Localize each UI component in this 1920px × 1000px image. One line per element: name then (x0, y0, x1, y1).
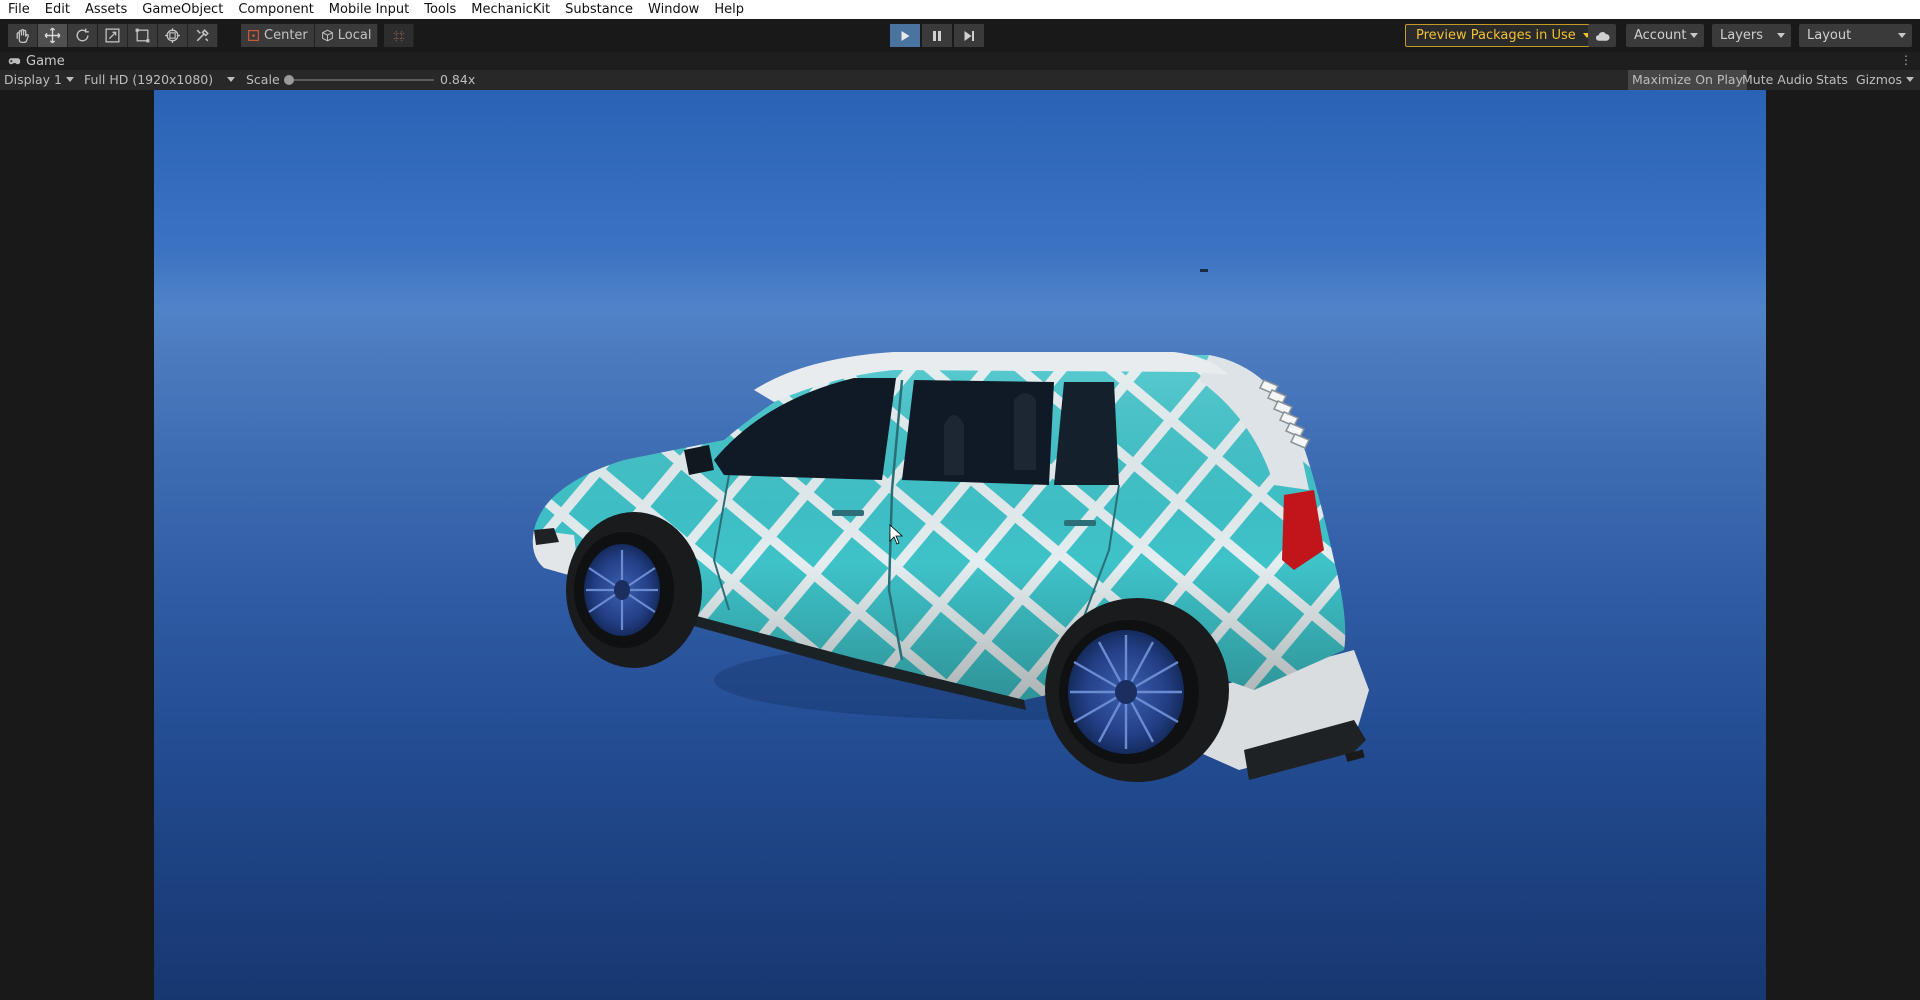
display-dropdown[interactable]: Display 1 (4, 70, 62, 90)
side-mirror (684, 445, 714, 475)
more-options-icon[interactable]: ⋮ (1900, 54, 1912, 66)
layers-label: Layers (1720, 28, 1764, 43)
move-tool-button[interactable] (38, 24, 68, 47)
transform-icon (165, 28, 180, 43)
car-scene (532, 269, 1369, 782)
step-icon (964, 30, 974, 41)
menu-mechanickit[interactable]: MechanicKit (471, 0, 550, 19)
tab-game-label: Game (26, 53, 65, 69)
transform-tool-button[interactable] (158, 24, 188, 47)
gamepad-icon (8, 57, 21, 64)
pivot-center-icon (248, 30, 259, 41)
play-icon (901, 30, 910, 41)
menu-file[interactable]: File (8, 0, 30, 19)
step-button[interactable] (954, 24, 984, 47)
stats-toggle[interactable]: Stats (1812, 70, 1852, 90)
game-viewport (0, 90, 1920, 1000)
pause-icon (933, 30, 941, 41)
play-button[interactable] (890, 24, 920, 47)
cloud-icon (1595, 31, 1610, 41)
hand-tool-button[interactable] (8, 24, 38, 47)
scale-icon (105, 28, 120, 43)
mute-audio-toggle[interactable]: Mute Audio (1738, 70, 1817, 90)
tab-bar: Game ⋮ (0, 52, 1920, 70)
resolution-dropdown[interactable]: Full HD (1920x1080) (84, 70, 213, 90)
tools-icon (196, 29, 209, 42)
distant-object (1200, 269, 1208, 272)
quarter-window (1054, 382, 1119, 485)
chevron-down-icon (66, 77, 74, 82)
menu-gameobject[interactable]: GameObject (142, 0, 223, 19)
chevron-down-icon (1906, 77, 1914, 82)
scale-slider-handle[interactable] (284, 75, 294, 85)
pivot-toggles: Center Local (241, 24, 415, 47)
layout-dropdown[interactable]: Layout (1799, 24, 1912, 47)
pivot-local-button[interactable]: Local (314, 24, 379, 47)
preview-packages-label: Preview Packages in Use (1416, 28, 1576, 43)
menu-substance[interactable]: Substance (565, 0, 633, 19)
transform-tools (8, 24, 218, 47)
game-view-toolbar: Display 1 Full HD (1920x1080) Scale 0.84… (0, 70, 1920, 90)
pause-button[interactable] (922, 24, 952, 47)
layers-dropdown[interactable]: Layers (1712, 24, 1791, 47)
front-wheel (566, 512, 702, 668)
chevron-down-icon (1690, 33, 1698, 38)
layout-label: Layout (1807, 28, 1852, 43)
cloud-button[interactable] (1588, 24, 1616, 47)
menu-edit[interactable]: Edit (45, 0, 70, 19)
menu-mobile-input[interactable]: Mobile Input (329, 0, 409, 19)
menu-assets[interactable]: Assets (85, 0, 127, 19)
pivot-center-label: Center (264, 28, 308, 43)
scale-label: Scale (246, 72, 280, 87)
rotate-icon (76, 28, 89, 42)
seat (1014, 393, 1036, 470)
menu-window[interactable]: Window (648, 0, 699, 19)
menu-help[interactable]: Help (714, 0, 744, 19)
game-render[interactable] (154, 90, 1766, 1000)
grid-snap-icon (393, 30, 405, 41)
playback-controls (890, 24, 984, 47)
rotate-tool-button[interactable] (68, 24, 98, 47)
move-icon (44, 27, 61, 44)
seat (944, 415, 964, 475)
custom-tool-button[interactable] (188, 24, 218, 47)
door-handle (1064, 520, 1096, 526)
rect-tool-button[interactable] (128, 24, 158, 47)
rear-wheel (1045, 598, 1229, 782)
scale-value: 0.84x (440, 72, 476, 87)
gizmos-toggle[interactable]: Gizmos (1852, 70, 1906, 90)
main-toolbar: Center Local Preview Packages in Use Acc… (0, 19, 1920, 52)
menu-component[interactable]: Component (238, 0, 313, 19)
pivot-center-button[interactable]: Center (241, 24, 315, 47)
maximize-on-play-toggle[interactable]: Maximize On Play (1628, 70, 1747, 90)
chevron-down-icon (227, 77, 235, 82)
menu-tools[interactable]: Tools (424, 0, 456, 19)
scale-slider-track[interactable] (291, 79, 434, 81)
preview-packages-dropdown[interactable]: Preview Packages in Use (1405, 24, 1602, 47)
rect-transform-icon (135, 28, 150, 43)
menu-bar: File Edit Assets GameObject Component Mo… (0, 0, 1920, 19)
hand-icon (16, 29, 29, 44)
pivot-local-label: Local (337, 28, 372, 43)
grid-snap-button[interactable] (384, 24, 415, 47)
chevron-down-icon (1898, 33, 1906, 38)
door-handle (832, 510, 864, 516)
scale-tool-button[interactable] (98, 24, 128, 47)
account-label: Account (1634, 28, 1687, 43)
local-cube-icon (321, 29, 333, 42)
tab-game[interactable]: Game (0, 52, 73, 70)
chevron-down-icon (1777, 33, 1785, 38)
account-dropdown[interactable]: Account (1626, 24, 1704, 47)
